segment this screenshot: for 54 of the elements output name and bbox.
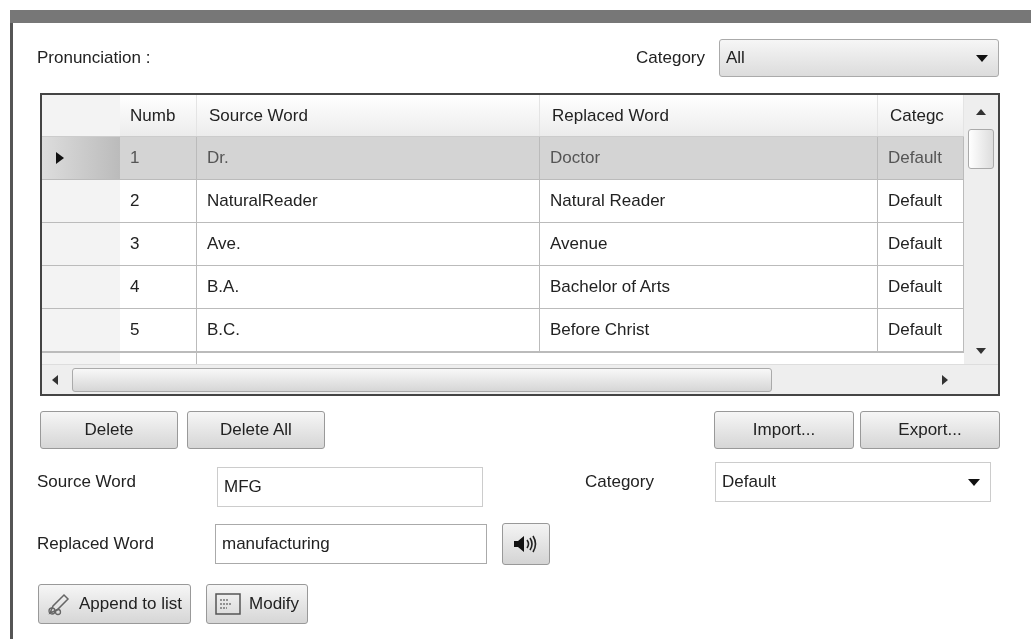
speak-button[interactable] <box>502 523 550 565</box>
vertical-scrollbar[interactable] <box>964 95 998 364</box>
table-cell: Doctor <box>540 137 878 179</box>
table-cell: 3 <box>120 223 197 265</box>
speaker-icon <box>513 534 539 554</box>
delete-all-button[interactable]: Delete All <box>187 411 325 449</box>
column-header[interactable]: Replaced Word <box>540 95 878 136</box>
scroll-left-icon[interactable] <box>52 374 58 385</box>
table-cell: Before Christ <box>540 309 878 351</box>
modify-button[interactable]: Modify <box>206 584 309 624</box>
table-cell: NaturalReader <box>197 180 540 222</box>
table-cell: 2 <box>120 180 197 222</box>
scroll-up-icon[interactable] <box>976 109 986 115</box>
delete-button[interactable]: Delete <box>40 411 178 449</box>
source-word-field[interactable]: MFG <box>217 467 483 507</box>
table-cell: 5 <box>120 309 197 351</box>
dropdown-caret-icon <box>968 478 980 486</box>
edit-form-icon <box>215 593 241 615</box>
current-row-icon <box>56 152 64 164</box>
table-cell: Bachelor of Arts <box>540 266 878 308</box>
scroll-thumb[interactable] <box>968 129 994 169</box>
replaced-word-field[interactable]: manufacturing <box>215 524 487 564</box>
column-header[interactable]: Numb <box>120 95 197 136</box>
table-row[interactable]: 3 Ave. Avenue Default <box>42 223 964 266</box>
replaced-word-label: Replaced Word <box>37 533 155 556</box>
category-label: Category <box>636 47 705 70</box>
row-header[interactable] <box>42 137 120 179</box>
import-button[interactable]: Import... <box>714 411 854 449</box>
table-row[interactable]: 5 B.C. Before Christ Default <box>42 309 964 352</box>
section-label: Pronunciation : <box>37 47 151 70</box>
table-cell: Dr. <box>197 137 540 179</box>
dropdown-caret-icon <box>976 54 988 62</box>
table-cell: B.C. <box>197 309 540 351</box>
scroll-down-icon[interactable] <box>976 348 986 354</box>
append-to-list-button[interactable]: Append to list <box>38 584 191 624</box>
table-cell: Natural Reader <box>540 180 878 222</box>
column-header[interactable]: Source Word <box>197 95 540 136</box>
category-dropdown[interactable]: Default <box>715 462 991 502</box>
scroll-right-icon[interactable] <box>942 374 948 385</box>
category-filter-dropdown[interactable]: All <box>719 39 999 77</box>
table-cell: B.A. <box>197 266 540 308</box>
horizontal-scrollbar[interactable] <box>42 364 998 394</box>
table-cell: 4 <box>120 266 197 308</box>
table-cell: Ave. <box>197 223 540 265</box>
category-label: Category <box>585 471 655 494</box>
table-cell: 1 <box>120 137 197 179</box>
table-cell: Avenue <box>540 223 878 265</box>
scroll-thumb[interactable] <box>72 367 772 392</box>
table-row[interactable]: 4 B.A. Bachelor of Arts Default <box>42 266 964 309</box>
pen-icon <box>47 592 71 616</box>
table-row[interactable]: 1 Dr. Doctor Default <box>42 137 964 180</box>
export-button[interactable]: Export... <box>860 411 1000 449</box>
table-row[interactable]: 2 NaturalReader Natural Reader Default <box>42 180 964 223</box>
source-word-label: Source Word <box>37 471 137 494</box>
